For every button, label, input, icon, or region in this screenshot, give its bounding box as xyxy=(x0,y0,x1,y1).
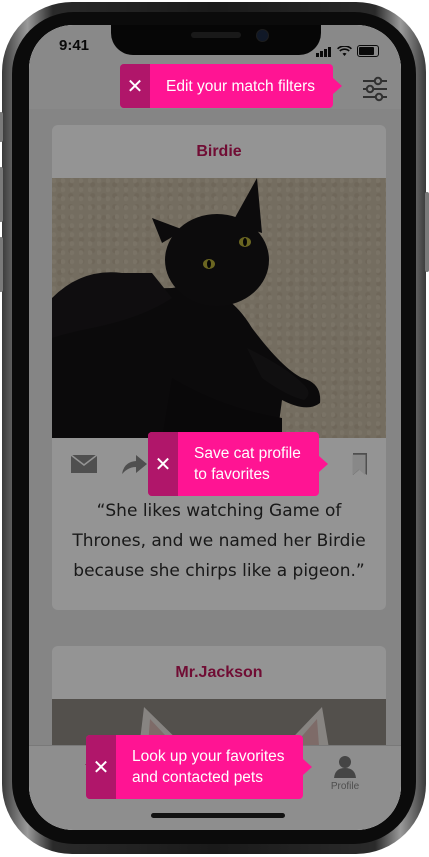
close-icon[interactable]: ✕ xyxy=(120,64,150,108)
bookmark-icon[interactable] xyxy=(346,453,372,477)
tooltip-text: Look up your favorites and contacted pet… xyxy=(132,748,285,786)
tooltip-match-filters: ✕ Edit your match filters xyxy=(120,64,343,108)
volume-down-button xyxy=(0,237,3,292)
tooltip-text: Save cat profile to favorites xyxy=(194,445,301,483)
power-button xyxy=(425,192,429,272)
home-indicator[interactable] xyxy=(151,813,285,818)
tooltip-text: Edit your match filters xyxy=(166,77,316,95)
onboarding-dim-overlay[interactable] xyxy=(29,25,401,830)
volume-up-button xyxy=(0,167,3,222)
screen: 9:41 Birdie “She likes watching Game of … xyxy=(29,25,401,830)
close-icon[interactable]: ✕ xyxy=(148,432,178,496)
mute-switch xyxy=(0,112,3,142)
close-icon[interactable]: ✕ xyxy=(86,735,116,799)
tooltip-save-favorites: ✕ Save cat profile to favorites xyxy=(148,432,328,496)
tooltip-profile: ✕ Look up your favorites and contacted p… xyxy=(86,735,312,799)
